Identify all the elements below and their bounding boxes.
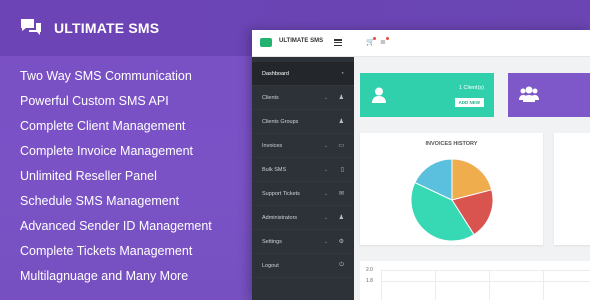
chevron-down-icon: ⌄ [323, 214, 328, 221]
brand: ULTIMATE SMS [20, 18, 159, 38]
sidebar-item-invoices[interactable]: Invoices ⌄ ▭ [252, 134, 354, 158]
list-icon[interactable]: ≣ [380, 38, 386, 46]
brand-name: ULTIMATE SMS [54, 20, 160, 36]
sidebar-item-logout[interactable]: Logout ⏻ [252, 254, 354, 278]
grid-line [381, 271, 382, 300]
chevron-down-icon: ⌄ [323, 190, 328, 197]
clients-count: 1 Client(s) [458, 85, 484, 91]
dashboard-icon: ◔ [340, 70, 344, 77]
sidebar-item-label: Clients Groups [262, 118, 299, 125]
sidebar-item-label: Clients [262, 94, 279, 101]
panel-title: INVOICES HISTORY [425, 141, 478, 147]
sidebar-item-clients[interactable]: Clients ⌄ ♟ [252, 86, 354, 110]
grid-line [543, 271, 544, 300]
users-icon: ♟ [338, 119, 344, 125]
sidebar-item-label: Bulk SMS [262, 166, 287, 173]
sidebar-item-label: Logout [262, 262, 279, 269]
user-icon [372, 87, 386, 103]
credit-card-icon: ▭ [338, 143, 344, 149]
sidebar-item-label: Invoices [262, 142, 283, 149]
clients-card: 1 Client(s) ADD NEW [360, 73, 494, 117]
app-brand-name: ULTIMATE SMS [279, 38, 324, 44]
sidebar-item-support-tickets[interactable]: Support Tickets ⌄ ✉ [252, 182, 354, 206]
feature-item: Multilagnuage and Many More [20, 269, 189, 283]
cogs-icon: ⚙ [338, 239, 344, 245]
user-icon: ♟ [338, 215, 344, 221]
y-tick-label: 2.0 [366, 267, 373, 273]
feature-item: Powerful Custom SMS API [20, 94, 169, 108]
envelope-icon: ✉ [338, 191, 344, 197]
grid-line [435, 271, 436, 300]
sidebar-item-label: Administrators [262, 214, 298, 221]
invoices-pie-chart [410, 158, 494, 242]
sidebar-item-dashboard[interactable]: Dashboard ◔ [252, 62, 354, 86]
notification-dot [373, 37, 376, 40]
secondary-panel [554, 133, 590, 245]
groups-card [508, 73, 590, 117]
sidebar-item-bulk-sms[interactable]: Bulk SMS ⌄ ▯ [252, 158, 354, 182]
app-topbar: ULTIMATE SMS 🛒 ≣ [252, 30, 590, 57]
app-logo-icon [260, 38, 272, 47]
chevron-down-icon: ⌄ [323, 166, 328, 173]
feature-list: Two Way SMS Communication Powerful Custo… [20, 68, 212, 293]
power-icon: ⏻ [339, 262, 344, 268]
feature-item: Complete Client Management [20, 119, 186, 133]
sidebar-item-label: Settings [262, 238, 282, 245]
app-sidebar: Dashboard ◔ Clients ⌄ ♟ Clients Groups ♟… [252, 57, 354, 300]
notification-dot [386, 37, 389, 40]
feature-item: Complete Tickets Management [20, 244, 193, 258]
feature-item: Schedule SMS Management [20, 194, 180, 208]
sidebar-item-clients-groups[interactable]: Clients Groups ♟ [252, 110, 354, 134]
chat-bubbles-icon [21, 19, 41, 35]
feature-item: Two Way SMS Communication [20, 69, 192, 83]
sidebar-item-label: Support Tickets [262, 190, 300, 197]
chevron-down-icon: ⌄ [323, 94, 328, 101]
grid-line [489, 271, 490, 300]
invoices-history-panel: INVOICES HISTORY [360, 133, 543, 245]
users-icon [519, 86, 539, 102]
sidebar-item-label: Dashboard [262, 70, 289, 77]
add-new-button[interactable]: ADD NEW [454, 98, 484, 107]
chevron-down-icon: ⌄ [323, 142, 328, 149]
feature-item: Unlimited Reseller Panel [20, 169, 157, 183]
grid-line [381, 281, 590, 282]
y-tick-label: 1.8 [366, 278, 373, 284]
hamburger-menu-icon[interactable] [334, 39, 342, 47]
bottom-chart-panel: 2.0 1.8 [360, 261, 590, 300]
sidebar-item-administrators[interactable]: Administrators ⌄ ♟ [252, 206, 354, 230]
user-icon: ♟ [338, 95, 344, 101]
mobile-icon: ▯ [340, 167, 344, 173]
grid-line [381, 270, 590, 271]
feature-item: Advanced Sender ID Management [20, 219, 212, 233]
chevron-down-icon: ⌄ [323, 238, 328, 245]
sidebar-item-settings[interactable]: Settings ⌄ ⚙ [252, 230, 354, 254]
feature-item: Complete Invoice Management [20, 144, 194, 158]
app-screenshot: ULTIMATE SMS 🛒 ≣ Dashboard ◔ Clients ⌄ ♟… [252, 30, 590, 300]
